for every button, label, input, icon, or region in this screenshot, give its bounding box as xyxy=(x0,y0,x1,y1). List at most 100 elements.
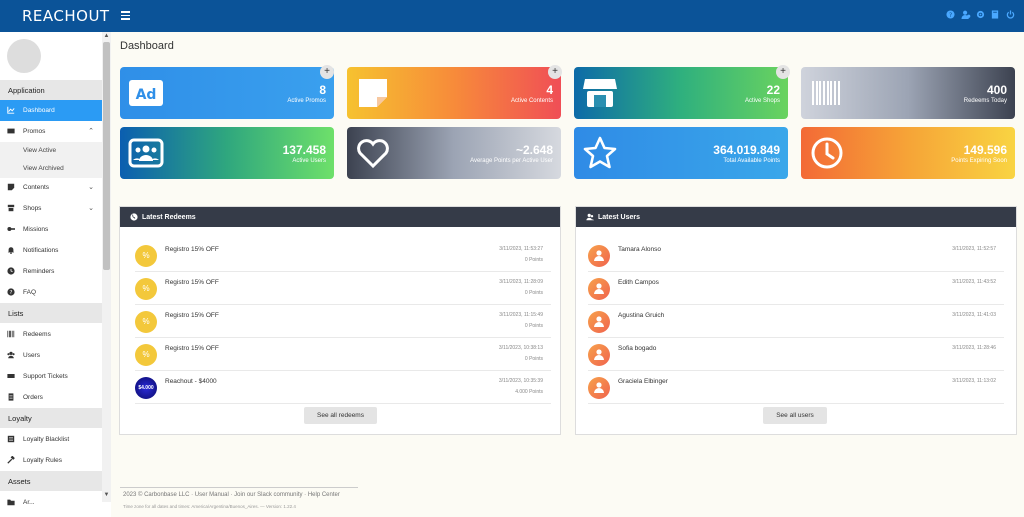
list-item[interactable]: % Registro 15% OFF 3/11/2023, 11:15:49 0… xyxy=(135,306,551,338)
heart-icon xyxy=(355,135,391,171)
sidebar-item-label: Contents xyxy=(23,184,50,191)
card-total-available-points[interactable]: 364.019.849 Total Available Points xyxy=(574,127,788,179)
card-active-contents[interactable]: 4 Active Contents xyxy=(347,67,561,119)
gear-icon[interactable] xyxy=(976,10,985,19)
list-item[interactable]: Edith Campos 3/11/2023, 11:43:52 xyxy=(588,273,1004,305)
sidebar-item-contents[interactable]: Contents ⌄ xyxy=(0,177,102,198)
user-avatar-icon xyxy=(588,311,610,333)
chevron-up-icon: ⌃ xyxy=(88,128,94,135)
power-icon[interactable] xyxy=(1006,10,1015,19)
users-icon xyxy=(7,351,15,359)
list-item[interactable]: Graciela Elbinger 3/11/2023, 11:13:02 xyxy=(588,372,1004,404)
redeem-date: 3/11/2023, 10:38:13 xyxy=(498,345,543,351)
card-label: Total Available Points xyxy=(723,158,780,164)
svg-text:?: ? xyxy=(949,12,952,19)
card-active-promos[interactable]: Ad 8 Active Promos xyxy=(120,67,334,119)
list-item[interactable]: Tamara Alonso 3/11/2023, 11:52:57 xyxy=(588,240,1004,272)
panel-header: Latest Redeems xyxy=(120,207,560,227)
footer-divider xyxy=(120,487,358,488)
card-active-users[interactable]: 137.458 Active Users xyxy=(120,127,334,179)
sidebar-item-label: Dashboard xyxy=(23,107,55,114)
sidebar-item-support-tickets[interactable]: Support Tickets xyxy=(0,366,102,387)
users-icon xyxy=(586,213,594,221)
card-value: 400 xyxy=(986,83,1007,97)
sidebar-item-shops[interactable]: Shops ⌄ xyxy=(0,198,102,219)
redeem-points: 0 Points xyxy=(524,323,543,329)
sidebar-item-promos[interactable]: Promos ⌃ xyxy=(0,121,102,142)
sidebar-scroll-thumb[interactable] xyxy=(103,42,110,270)
users-group-icon xyxy=(128,135,164,171)
add-content-button[interactable]: + xyxy=(548,65,562,79)
sidebar-item-assets-partial[interactable]: Ar... xyxy=(0,492,102,513)
book-icon[interactable] xyxy=(991,10,1000,19)
scroll-down-icon[interactable]: ▼ xyxy=(102,492,111,501)
sidebar-item-notifications[interactable]: Notifications xyxy=(0,240,102,261)
see-all-users-button[interactable]: See all users xyxy=(763,407,827,424)
user-name: Sofia bogado xyxy=(618,345,657,352)
section-loyalty: Loyalty xyxy=(0,408,102,428)
redeem-name: Registro 15% OFF xyxy=(165,312,219,319)
top-icons: ? xyxy=(946,10,1015,19)
panel-header: Latest Users xyxy=(576,207,1016,227)
sidebar-item-orders[interactable]: Orders xyxy=(0,387,102,408)
section-assets: Assets xyxy=(0,471,102,491)
card-redeems-today[interactable]: 400 Redeems Today xyxy=(801,67,1015,119)
list-item[interactable]: $4.000 Reachout - $4000 3/11/2023, 10:35… xyxy=(135,372,551,404)
help-icon[interactable]: ? xyxy=(946,10,955,19)
avatar[interactable] xyxy=(7,39,41,73)
sidebar-item-dashboard[interactable]: Dashboard xyxy=(0,100,102,121)
card-average-points[interactable]: ~2.648 Average Points per Active User xyxy=(347,127,561,179)
sidebar-item-users[interactable]: Users xyxy=(0,345,102,366)
app-logo[interactable]: REACHOUT xyxy=(22,7,110,25)
sidebar-item-missions[interactable]: Missions xyxy=(0,219,102,240)
list-item[interactable]: % Registro 15% OFF 3/11/2023, 11:28:09 0… xyxy=(135,273,551,305)
key-icon xyxy=(7,227,15,231)
chart-line-icon xyxy=(7,106,15,114)
user-name: Agustina Gruich xyxy=(618,312,665,319)
sidebar-item-redeems[interactable]: Redeems xyxy=(0,324,102,345)
page-title: Dashboard xyxy=(120,40,174,52)
clock-icon xyxy=(809,135,845,171)
sidebar-item-label: Loyalty Rules xyxy=(23,457,63,464)
sidebar-item-label: Orders xyxy=(23,394,43,401)
sidebar-item-loyalty-rules[interactable]: Loyalty Rules xyxy=(0,450,102,471)
list-item[interactable]: % Registro 15% OFF 3/11/2023, 11:53:27 0… xyxy=(135,240,551,272)
question-icon: ? xyxy=(7,288,15,296)
list-item[interactable]: % Registro 15% OFF 3/11/2023, 10:38:13 0… xyxy=(135,339,551,371)
list-item[interactable]: Sofia bogado 3/11/2023, 11:28:46 xyxy=(588,339,1004,371)
sidebar-item-label: Users xyxy=(23,352,40,359)
user-date: 3/11/2023, 11:52:57 xyxy=(952,246,996,252)
user-settings-icon[interactable] xyxy=(961,10,971,19)
sidebar-item-loyalty-blacklist[interactable]: Loyalty Blacklist xyxy=(0,429,102,450)
scroll-up-icon[interactable]: ▲ xyxy=(102,33,111,42)
sidebar-item-label: Reminders xyxy=(23,268,55,275)
user-avatar-icon xyxy=(588,377,610,399)
ticket-icon xyxy=(7,374,15,378)
list-item[interactable]: Agustina Gruich 3/11/2023, 11:41:03 xyxy=(588,306,1004,338)
sidebar-item-reminders[interactable]: Reminders xyxy=(0,261,102,282)
user-avatar-icon xyxy=(588,245,610,267)
card-value: 4 xyxy=(546,83,553,97)
card-points-expiring[interactable]: 149.596 Points Expiring Soon xyxy=(801,127,1015,179)
card-value: 364.019.849 xyxy=(713,143,780,157)
list-icon xyxy=(7,435,15,443)
add-shop-button[interactable]: + xyxy=(776,65,790,79)
panel-title: Latest Redeems xyxy=(142,213,196,221)
sidebar-subitem-view-active[interactable]: View Active xyxy=(0,142,102,160)
footer-timezone: Time zone for all dates and times: Ameri… xyxy=(123,504,296,509)
menu-toggle-icon[interactable] xyxy=(121,11,130,20)
user-name: Edith Campos xyxy=(618,279,659,286)
add-promo-button[interactable]: + xyxy=(320,65,334,79)
see-all-redeems-button[interactable]: See all redeems xyxy=(304,407,377,424)
footer-links[interactable]: 2023 © Carbonbase LLC · User Manual · Jo… xyxy=(123,492,340,498)
user-date: 3/11/2023, 11:28:46 xyxy=(952,345,996,351)
card-active-shops[interactable]: 22 Active Shops xyxy=(574,67,788,119)
card-value: 22 xyxy=(766,83,780,97)
chevron-down-icon: ⌄ xyxy=(88,205,94,212)
sidebar-item-label: Promos xyxy=(23,128,46,135)
sidebar-item-label: Loyalty Blacklist xyxy=(23,436,70,443)
sidebar-subitem-view-archived[interactable]: View Archived xyxy=(0,160,102,178)
top-bar: REACHOUT ? xyxy=(0,0,1024,32)
sidebar-item-faq[interactable]: ? FAQ xyxy=(0,282,102,303)
user-name: Tamara Alonso xyxy=(618,246,661,253)
